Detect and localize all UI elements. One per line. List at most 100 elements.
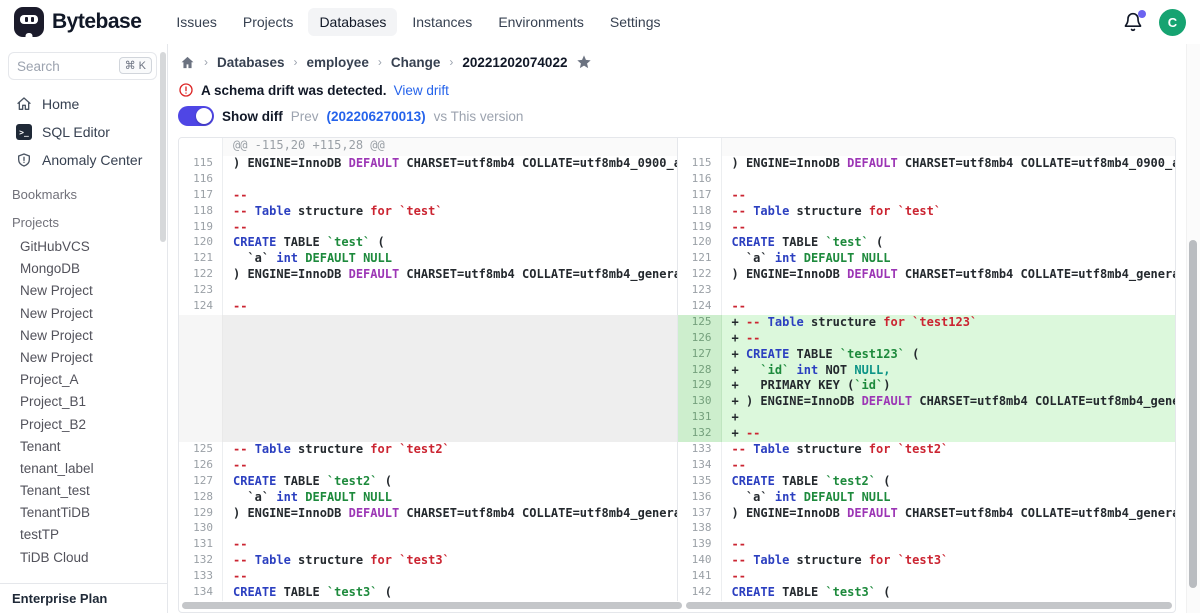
sidebar-project-item[interactable]: New Project <box>0 280 167 302</box>
page-scrollbar-thumb[interactable] <box>1189 240 1197 588</box>
main-nav: IssuesProjectsDatabasesInstancesEnvironm… <box>165 8 671 36</box>
diff-line-number: 124 <box>179 299 223 315</box>
right-pane-hscrollbar[interactable] <box>686 602 1172 609</box>
sidebar-project-item[interactable]: TenantTiDB <box>0 502 167 524</box>
diff-code-line: + -- Table structure for `test123` <box>722 315 1176 331</box>
notifications-bell-icon[interactable] <box>1123 12 1143 32</box>
page-scrollbar-track <box>1186 44 1200 613</box>
diff-line-number: 124 <box>678 299 722 315</box>
diff-line-number: 133 <box>678 442 722 458</box>
diff-row: 115 ) ENGINE=InnoDB DEFAULT CHARSET=utf8m… <box>179 156 1175 172</box>
sidebar-scrollbar-thumb[interactable] <box>160 52 166 242</box>
breadcrumb-item[interactable]: Change <box>391 55 441 70</box>
sidebar-item-anomaly-center[interactable]: Anomaly Center <box>0 146 167 174</box>
left-pane-hscrollbar[interactable] <box>182 602 682 609</box>
diff-row: 123123 <box>179 283 1175 299</box>
diff-line-number: 117 <box>179 188 223 204</box>
diff-code-line <box>722 138 1176 156</box>
diff-line-number <box>179 426 223 442</box>
diff-code-line: + -- <box>722 426 1176 442</box>
breadcrumb-item[interactable]: Databases <box>217 55 285 70</box>
shield-alert-icon <box>16 152 32 168</box>
diff-line-number: 122 <box>179 267 223 283</box>
sidebar-project-item[interactable]: testTP <box>0 524 167 546</box>
sidebar-project-item[interactable]: New Project <box>0 303 167 325</box>
show-diff-label: Show diff <box>222 109 283 124</box>
diff-line-number: 127 <box>678 347 722 363</box>
diff-code-line: @@ -115,20 +115,28 @@ <box>223 138 677 156</box>
search-input[interactable] <box>17 59 107 74</box>
diff-code-line: CREATE TABLE `test` ( <box>223 235 677 251</box>
nav-item-databases[interactable]: Databases <box>308 8 397 36</box>
sidebar-project-item[interactable]: New Project <box>0 325 167 347</box>
home-breadcrumb-icon[interactable] <box>180 55 195 70</box>
diff-code-line <box>223 363 677 379</box>
diff-code-line: -- Table structure for `test2` <box>223 442 677 458</box>
notification-badge <box>1138 10 1146 18</box>
diff-line-number: 128 <box>678 363 722 379</box>
prev-version-link[interactable]: (202206270013) <box>327 109 426 124</box>
brand-name: Bytebase <box>52 10 141 34</box>
nav-item-settings[interactable]: Settings <box>599 8 672 36</box>
diff-code-line: ) ENGINE=InnoDB DEFAULT CHARSET=utf8mb4 … <box>722 156 1176 172</box>
diff-line-number: 123 <box>179 283 223 299</box>
nav-item-environments[interactable]: Environments <box>487 8 595 36</box>
sidebar-project-item[interactable]: Project_A <box>0 369 167 391</box>
sidebar-project-item[interactable]: Tenant_test <box>0 480 167 502</box>
diff-line-number: 125 <box>678 315 722 331</box>
sidebar-item-home[interactable]: Home <box>0 90 167 118</box>
diff-line-number: 135 <box>678 474 722 490</box>
diff-line-number <box>179 394 223 410</box>
diff-code-line: -- <box>223 458 677 474</box>
diff-line-number: 127 <box>179 474 223 490</box>
top-navbar: Bytebase IssuesProjectsDatabasesInstance… <box>0 0 1200 44</box>
nav-item-projects[interactable]: Projects <box>232 8 305 36</box>
breadcrumb-item[interactable]: employee <box>307 55 369 70</box>
sidebar-project-item[interactable]: TiDB Cloud <box>0 547 167 569</box>
diff-code-line: ) ENGINE=InnoDB DEFAULT CHARSET=utf8mb4 … <box>223 506 677 522</box>
diff-line-number: 129 <box>678 378 722 394</box>
diff-code-line: -- Table structure for `test2` <box>722 442 1176 458</box>
diff-row: 117--117-- <box>179 188 1175 204</box>
sidebar-project-item[interactable]: Project_B2 <box>0 414 167 436</box>
plan-label: Enterprise Plan <box>0 583 167 613</box>
diff-row: 126+ -- <box>179 331 1175 347</box>
sidebar-project-item[interactable]: New Project <box>0 347 167 369</box>
view-drift-link[interactable]: View drift <box>394 83 449 98</box>
diff-code-line <box>223 331 677 347</box>
diff-code-line: -- <box>722 569 1176 585</box>
diff-line-number: 115 <box>179 156 223 172</box>
sidebar-item-sql-editor[interactable]: >_ SQL Editor <box>0 118 167 146</box>
diff-row: 120CREATE TABLE `test` (120CREATE TABLE … <box>179 235 1175 251</box>
breadcrumb-item[interactable]: 20221202074022 <box>462 55 567 70</box>
diff-line-number: 140 <box>678 553 722 569</box>
navbar-right: C <box>1123 9 1186 36</box>
breadcrumb-separator: › <box>294 55 298 69</box>
diff-code-line <box>223 347 677 363</box>
sidebar-project-item[interactable]: tenant_label <box>0 458 167 480</box>
sidebar-project-item[interactable]: GitHubVCS <box>0 236 167 258</box>
search-box[interactable]: ⌘ K <box>8 52 157 80</box>
diff-line-number: 133 <box>179 569 223 585</box>
sidebar-project-item[interactable]: Tenant <box>0 436 167 458</box>
diff-code-line <box>223 394 677 410</box>
bookmark-star-icon[interactable] <box>576 54 592 70</box>
diff-line-number: 128 <box>179 490 223 506</box>
diff-row: 130+ ) ENGINE=InnoDB DEFAULT CHARSET=utf… <box>179 394 1175 410</box>
sidebar-project-item[interactable]: Project_B1 <box>0 391 167 413</box>
diff-code-line: ) ENGINE=InnoDB DEFAULT CHARSET=utf8mb4 … <box>722 506 1176 522</box>
sidebar: ⌘ K Home >_ SQL Editor Anomaly Center Bo… <box>0 44 168 613</box>
diff-line-number: 131 <box>678 410 722 426</box>
diff-code-line: -- <box>223 569 677 585</box>
sidebar-project-item[interactable]: MongoDB <box>0 258 167 280</box>
diff-code-line: CREATE TABLE `test3` ( <box>223 585 677 601</box>
show-diff-toggle[interactable] <box>178 106 214 126</box>
user-avatar[interactable]: C <box>1159 9 1186 36</box>
nav-item-instances[interactable]: Instances <box>401 8 483 36</box>
main-content: ›Databases›employee›Change›2022120207402… <box>168 44 1200 613</box>
diff-row: 118-- Table structure for `test`118-- Ta… <box>179 204 1175 220</box>
diff-code-line: -- Table structure for `test3` <box>722 553 1176 569</box>
sidebar-section-projects: Projects <box>0 215 167 230</box>
bytebase-brand[interactable]: Bytebase <box>14 7 141 37</box>
nav-item-issues[interactable]: Issues <box>165 8 227 36</box>
